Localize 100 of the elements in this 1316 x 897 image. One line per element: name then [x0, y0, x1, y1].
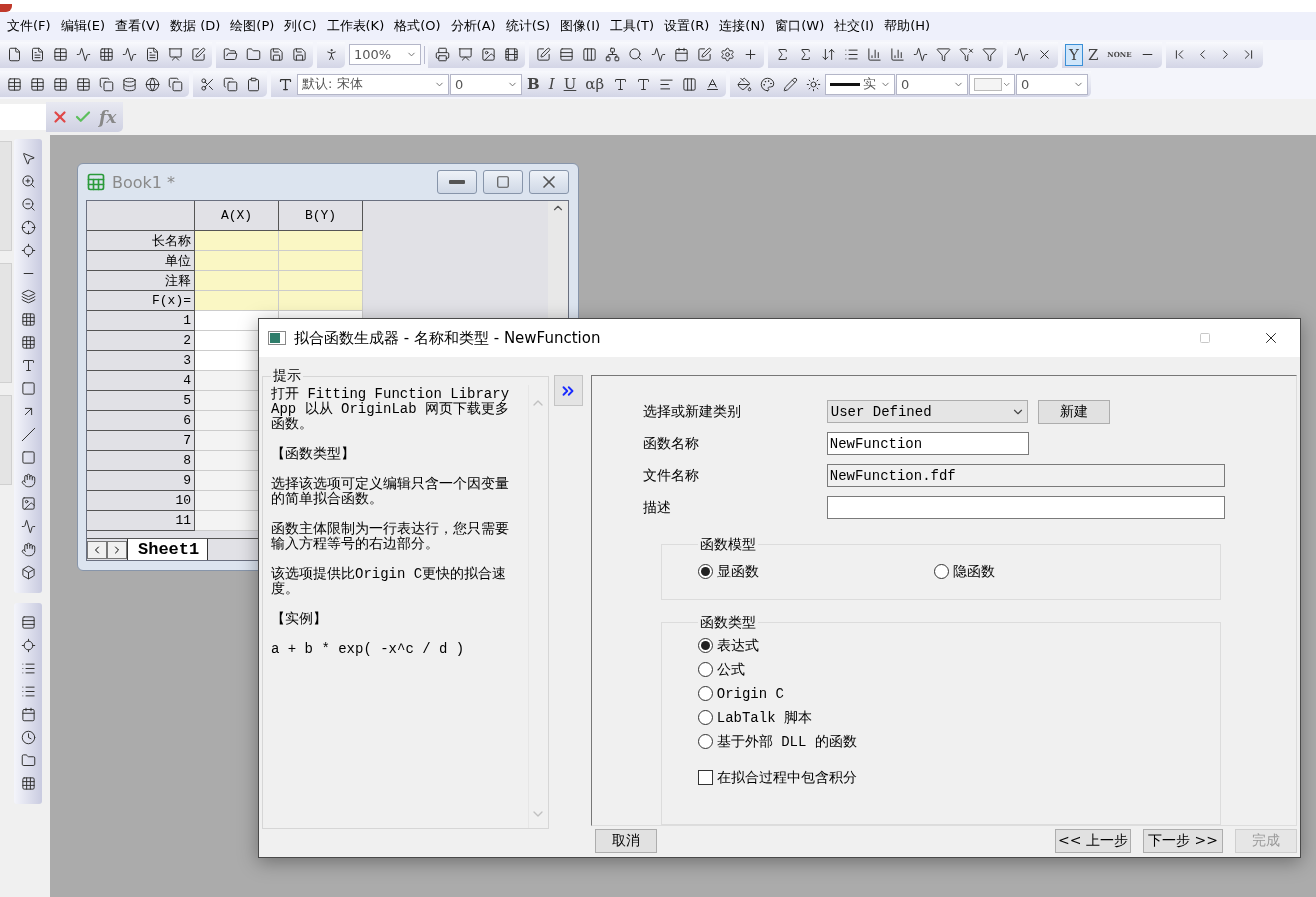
format-button[interactable]: U — [559, 73, 581, 95]
maximize-icon — [1199, 332, 1211, 344]
menu-item[interactable]: 社交(I) — [829, 17, 880, 35]
menu-item[interactable]: 编辑(E) — [55, 17, 110, 35]
menu-item[interactable]: 分析(A) — [445, 17, 501, 35]
radio-label: 表达式 — [716, 636, 759, 655]
font-size-dropdown[interactable]: 0 — [450, 73, 522, 95]
dialog-button[interactable]: << 上一步 — [1055, 829, 1131, 853]
expand-button[interactable] — [553, 375, 583, 406]
radio-label: 基于外部 DLL 的函数 — [716, 732, 857, 751]
menu-item[interactable]: 文件(F) — [2, 17, 56, 35]
next-sheet-button[interactable] — [107, 540, 127, 559]
new-button[interactable]: 新建 — [1037, 399, 1110, 424]
line-width-dropdown[interactable]: 0 — [896, 73, 969, 95]
hint-title: 提示 — [272, 367, 302, 385]
menu-item[interactable]: 窗口(W) — [770, 17, 830, 35]
group-title: 函数模型 — [698, 535, 757, 554]
menu-item[interactable]: 格式(O) — [389, 17, 446, 35]
menu-item[interactable]: 帮助(H) — [879, 17, 936, 35]
axis-toggle[interactable]: Z — [1083, 43, 1103, 66]
row-header[interactable]: 10 — [87, 491, 195, 511]
workbook-icon — [86, 172, 106, 192]
app-icon — [0, 4, 12, 12]
line-style-dropdown[interactable]: 实 — [825, 73, 896, 95]
sheet-tab[interactable]: Sheet1 — [127, 539, 209, 560]
menu-item[interactable]: 统计(S) — [500, 17, 556, 35]
table-cell[interactable] — [195, 231, 279, 251]
dialog-title: 拟合函数生成器 - 名称和类型 - NewFunction — [294, 328, 602, 348]
table-cell[interactable] — [195, 291, 279, 311]
row-header[interactable]: 11 — [87, 511, 195, 531]
maximize-button[interactable] — [483, 170, 523, 194]
field-label: 函数名称 — [642, 434, 700, 453]
file-name-field[interactable]: NewFunction.fdf — [826, 464, 1225, 488]
row-header[interactable]: 5 — [87, 391, 195, 411]
row-header[interactable]: F(x)= — [87, 291, 195, 311]
field-label: 选择或新建类别 — [642, 402, 742, 421]
row-header[interactable]: 6 — [87, 411, 195, 431]
row-header[interactable]: 7 — [87, 431, 195, 451]
menu-item[interactable]: 工具(T) — [605, 17, 660, 35]
checkbox-label: 在拟合过程中包含积分 — [716, 768, 857, 787]
row-header[interactable]: 4 — [87, 371, 195, 391]
radio-button[interactable] — [697, 662, 713, 678]
hint-text: 该选项提供比Origin C更快的拟合速度。 — [271, 567, 508, 597]
hint-text: 函数主体限制为一行表达行，您只需要输入方程等号的右边部分。 — [271, 522, 510, 552]
radio-button[interactable] — [697, 734, 713, 750]
menu-item[interactable]: 工作表(K) — [321, 17, 390, 35]
menu-item[interactable]: 连接(N) — [714, 17, 771, 35]
axis-toggle[interactable]: Y — [1065, 43, 1083, 66]
hint-text: a + b * exp( -x^c / d ) — [271, 642, 466, 657]
radio-button[interactable] — [697, 686, 713, 702]
zoom-dropdown[interactable]: 100% — [349, 44, 421, 65]
color-dropdown[interactable] — [969, 73, 1016, 95]
row-header[interactable]: 9 — [87, 471, 195, 491]
category-dropdown[interactable]: User Defined — [826, 400, 1028, 424]
radio-label: Origin C — [716, 685, 784, 702]
menu-item[interactable]: 列(C) — [279, 17, 322, 35]
row-header[interactable]: 8 — [87, 451, 195, 471]
close-button[interactable] — [529, 170, 569, 194]
minimize-icon — [449, 180, 465, 184]
hint-text: 打开 Fitting Function Library App 以从 OriginLab 网页下载更多函数。 — [271, 387, 511, 432]
row-header[interactable]: 注释 — [87, 271, 195, 291]
previous-sheet-button[interactable] — [87, 540, 107, 559]
checkbox[interactable] — [697, 770, 713, 786]
description-field[interactable] — [826, 496, 1225, 520]
format-button[interactable]: B — [523, 73, 544, 95]
menu-item[interactable]: 查看(V) — [110, 17, 166, 35]
font-dropdown[interactable]: 默认: 宋体 — [297, 73, 449, 95]
row-header[interactable]: 1 — [87, 311, 195, 331]
column-header[interactable]: A(X) — [195, 201, 279, 231]
table-cell[interactable] — [279, 271, 363, 291]
function-name-field[interactable]: NewFunction — [826, 432, 1029, 456]
menu-item[interactable]: 设置(R) — [659, 17, 715, 35]
table-cell[interactable] — [195, 271, 279, 291]
radio-label: LabTalk 脚本 — [716, 708, 812, 727]
dialog-button[interactable]: 取消 — [595, 829, 657, 853]
radio-button[interactable] — [933, 564, 949, 580]
table-cell[interactable] — [279, 251, 363, 271]
format-button[interactable]: αβ — [581, 73, 609, 95]
table-cell[interactable] — [279, 231, 363, 251]
dialog-button[interactable]: 下一步 >> — [1143, 829, 1223, 853]
maximize-icon — [496, 175, 510, 189]
menu-item[interactable]: 绘图(P) — [225, 17, 280, 35]
table-cell[interactable] — [279, 291, 363, 311]
format-button[interactable]: I — [544, 73, 559, 95]
cell-reference-field[interactable] — [0, 104, 46, 130]
pattern-size-dropdown[interactable]: 0 — [1016, 73, 1089, 95]
radio-button[interactable] — [697, 638, 713, 654]
row-header[interactable]: 单位 — [87, 251, 195, 271]
row-header[interactable]: 2 — [87, 331, 195, 351]
minimize-button[interactable] — [437, 170, 477, 194]
radio-button[interactable] — [697, 710, 713, 726]
hint-text: 选择该选项可定义编辑只含一个因变量的简单拟合函数。 — [271, 477, 510, 507]
row-header[interactable]: 长名称 — [87, 231, 195, 251]
table-cell[interactable] — [195, 251, 279, 271]
radio-button[interactable] — [697, 564, 713, 580]
hint-text: 【实例】 — [271, 612, 328, 627]
menu-item[interactable]: 数据 (D) — [165, 17, 226, 35]
column-header[interactable]: B(Y) — [279, 201, 363, 231]
row-header[interactable]: 3 — [87, 351, 195, 371]
menu-item[interactable]: 图像(I) — [555, 17, 606, 35]
